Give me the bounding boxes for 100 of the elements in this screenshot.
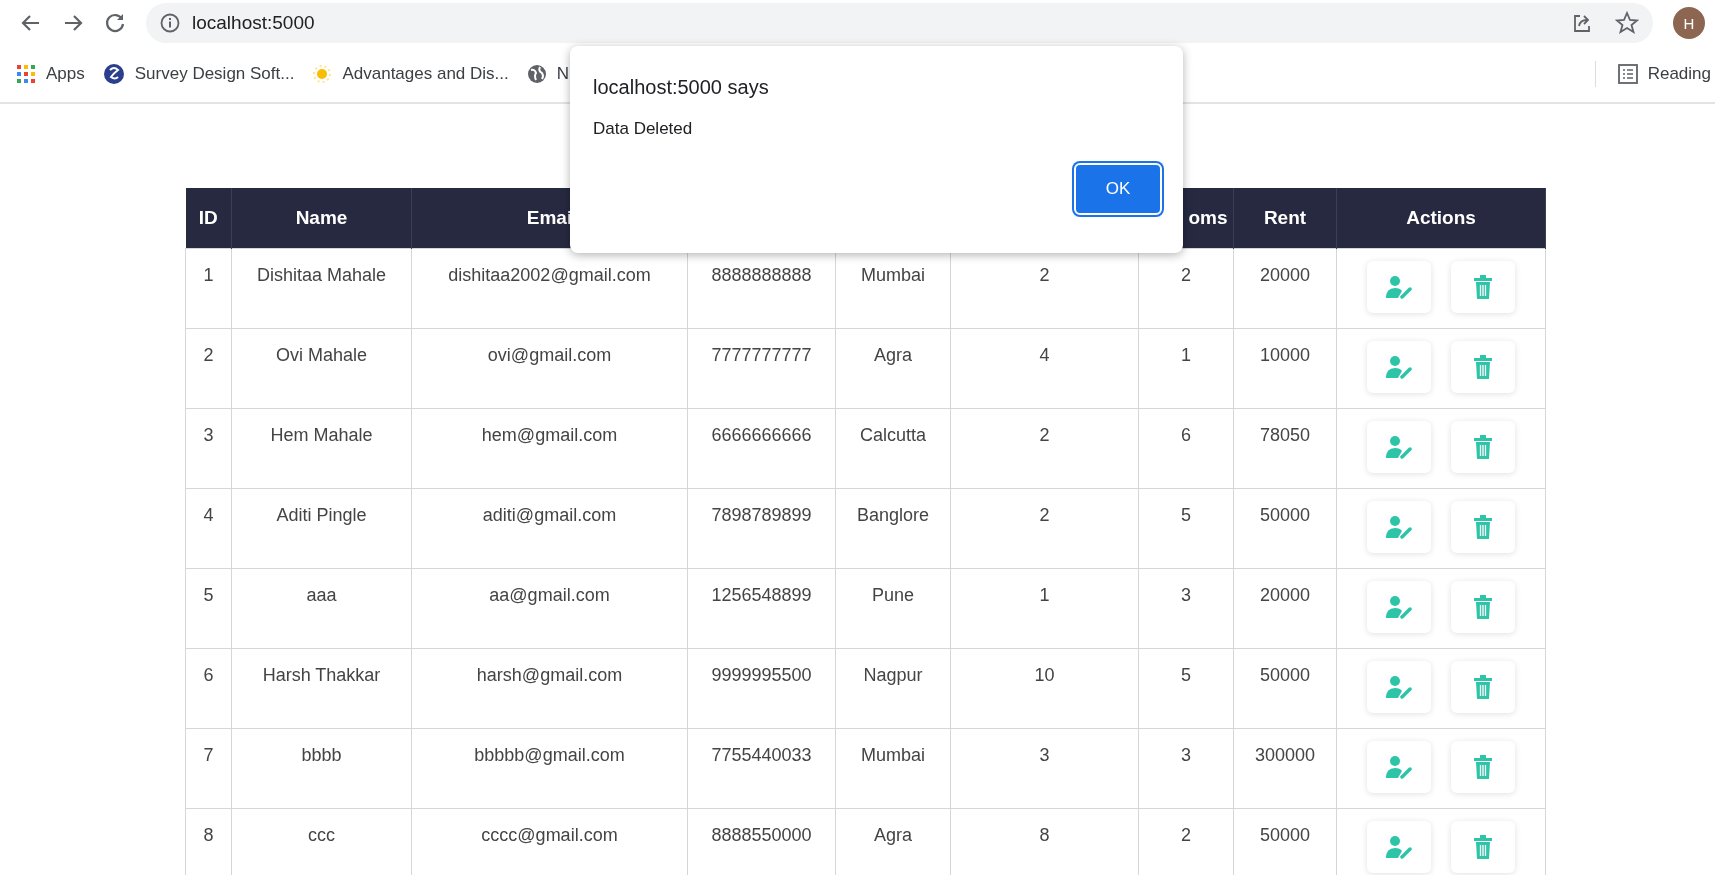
table-cell: 78050 — [1259, 425, 1311, 445]
table-cell: 4 — [1039, 345, 1050, 365]
delete-button[interactable] — [1451, 821, 1515, 873]
table-cell: ccc — [308, 825, 335, 845]
globe-icon — [526, 64, 547, 84]
table-cell: 3 — [1181, 585, 1191, 605]
table-cell: Aditi Pingle — [276, 505, 367, 525]
table-cell: 20000 — [1259, 585, 1311, 605]
table-cell: 6 — [203, 665, 214, 685]
table-cell: 7777777777 — [711, 345, 812, 365]
table-cell: Agra — [874, 345, 912, 365]
table-cell: Mumbai — [861, 265, 925, 285]
delete-button[interactable] — [1451, 501, 1515, 553]
table-cell: Harsh Thakkar — [262, 665, 381, 685]
delete-button[interactable] — [1451, 261, 1515, 313]
table-cell: aditi@gmail.com — [482, 505, 617, 525]
bookmark[interactable]: Advantages and Dis... — [312, 64, 509, 84]
trash-icon — [1473, 755, 1493, 779]
url-text: localhost:5000 — [192, 12, 315, 34]
trash-icon — [1473, 675, 1493, 699]
table-cell: cccc@gmail.com — [481, 825, 618, 845]
table-cell: Nagpur — [863, 665, 923, 685]
table-cell: 8 — [1039, 825, 1050, 845]
user-edit-icon — [1385, 355, 1413, 379]
user-edit-icon — [1385, 755, 1413, 779]
table-cell: 7755440033 — [711, 745, 812, 765]
table-cell: 10 — [1034, 665, 1055, 685]
trash-icon — [1473, 595, 1493, 619]
ok-button[interactable]: OK — [1074, 163, 1162, 215]
bookmark[interactable]: Survey Design Soft... — [102, 63, 295, 85]
table-cell: 2 — [1039, 425, 1050, 445]
reload-icon — [104, 12, 126, 34]
table-cell: 7 — [203, 745, 214, 765]
delete-button[interactable] — [1451, 741, 1515, 793]
edit-button[interactable] — [1367, 341, 1431, 393]
table-cell: 2 — [1039, 265, 1050, 285]
table-cell: Agra — [874, 825, 912, 845]
address-bar[interactable]: localhost:5000 — [146, 3, 1653, 43]
dialog-message: Data Deleted — [593, 119, 694, 139]
dialog-title: localhost:5000 says — [593, 76, 770, 99]
table-cell: bbbb — [301, 745, 342, 765]
reading-list[interactable]: Reading — [1617, 64, 1711, 84]
table-cell: 3 — [1039, 745, 1050, 765]
bookmark[interactable]: Apps — [16, 64, 85, 84]
table-cell: 3 — [1181, 745, 1191, 765]
table-cell: Hem Mahale — [270, 425, 373, 445]
table-cell: 1 — [1039, 585, 1050, 605]
table-cell: 2 — [1039, 505, 1050, 525]
table-cell: 1 — [203, 265, 214, 285]
table-cell: hem@gmail.com — [481, 425, 618, 445]
edit-button[interactable] — [1367, 741, 1431, 793]
share-icon[interactable] — [1571, 12, 1593, 34]
table-cell: ovi@gmail.com — [487, 345, 612, 365]
table-cell: dishitaa2002@gmail.com — [448, 265, 651, 285]
delete-button[interactable] — [1451, 581, 1515, 633]
column-header: Rent — [1263, 207, 1307, 228]
column-header: oms — [1188, 207, 1228, 228]
trash-icon — [1473, 835, 1493, 859]
user-edit-icon — [1385, 435, 1413, 459]
table-cell: 1 — [1181, 345, 1191, 365]
bookmark[interactable]: N — [526, 64, 570, 84]
edit-button[interactable] — [1367, 821, 1431, 873]
table-cell: 10000 — [1259, 345, 1311, 365]
edit-button[interactable] — [1367, 661, 1431, 713]
table-cell: 6 — [1181, 425, 1191, 445]
table-cell: aaa — [306, 585, 337, 605]
table-cell: 7898789899 — [711, 505, 812, 525]
table-cell: 20000 — [1259, 265, 1311, 285]
profile-avatar[interactable]: H — [1673, 7, 1705, 39]
table-cell: Dishitaa Mahale — [256, 265, 387, 285]
column-header: Emai — [526, 207, 573, 228]
table-cell: Calcutta — [859, 425, 926, 445]
star-icon[interactable] — [1615, 11, 1639, 35]
table-cell: 2 — [203, 345, 214, 365]
edit-button[interactable] — [1367, 501, 1431, 553]
table-cell: Banglore — [856, 505, 930, 525]
trash-icon — [1473, 515, 1493, 539]
info-icon — [160, 13, 180, 33]
table-cell: 5 — [203, 585, 214, 605]
delete-button[interactable] — [1451, 421, 1515, 473]
trash-icon — [1473, 435, 1493, 459]
table-cell: 6666666666 — [711, 425, 812, 445]
table-cell: Mumbai — [861, 745, 925, 765]
delete-button[interactable] — [1451, 341, 1515, 393]
edit-button[interactable] — [1367, 421, 1431, 473]
user-edit-icon — [1385, 835, 1413, 859]
user-edit-icon — [1385, 675, 1413, 699]
user-edit-icon — [1385, 275, 1413, 299]
table-cell: bbbbb@gmail.com — [474, 745, 625, 765]
table-cell: 50000 — [1259, 665, 1311, 685]
edit-button[interactable] — [1367, 261, 1431, 313]
edit-button[interactable] — [1367, 581, 1431, 633]
sun-icon — [312, 64, 333, 84]
delete-button[interactable] — [1451, 661, 1515, 713]
table-cell: 9999995500 — [711, 665, 812, 685]
table-cell: 4 — [203, 505, 214, 525]
trash-icon — [1473, 355, 1493, 379]
table-cell: Pune — [871, 585, 914, 605]
table-cell: 8888888888 — [711, 265, 812, 285]
table-cell: 8888550000 — [711, 825, 812, 845]
